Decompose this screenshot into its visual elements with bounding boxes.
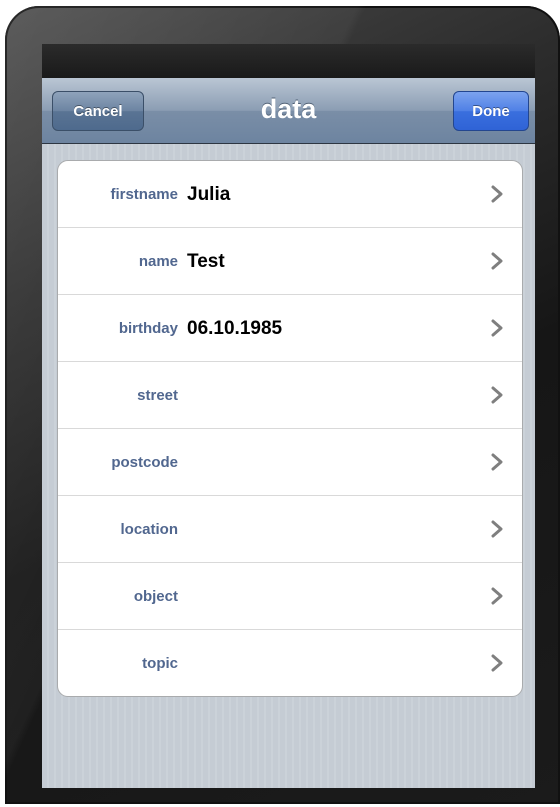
chevron-right-icon xyxy=(491,386,503,404)
field-label: street xyxy=(137,387,178,404)
navigation-bar: Cancel data Done xyxy=(42,78,535,144)
done-button[interactable]: Done xyxy=(453,91,529,131)
field-row-object[interactable]: object xyxy=(58,563,522,630)
chevron-right-icon xyxy=(491,319,503,337)
ipad-frame: Cancel data Done firstname Julia name Te… xyxy=(5,6,560,804)
chevron-right-icon xyxy=(491,453,503,471)
field-label: name xyxy=(138,253,178,270)
field-label: topic xyxy=(142,655,178,672)
chevron-right-icon xyxy=(491,587,503,605)
field-label: location xyxy=(120,521,178,538)
field-row-topic[interactable]: topic xyxy=(58,630,522,696)
field-label: birthday xyxy=(118,320,178,337)
field-row-name[interactable]: name Test xyxy=(58,228,522,295)
fields-table: firstname Julia name Test birthday 06.10… xyxy=(57,160,523,697)
status-bar xyxy=(42,44,535,78)
field-row-postcode[interactable]: postcode xyxy=(58,429,522,496)
form-content: firstname Julia name Test birthday 06.10… xyxy=(42,144,535,788)
field-label: object xyxy=(133,588,178,605)
field-row-street[interactable]: street xyxy=(58,362,522,429)
chevron-right-icon xyxy=(491,520,503,538)
chevron-right-icon xyxy=(491,252,503,270)
field-value: Julia xyxy=(187,184,231,205)
field-label: firstname xyxy=(110,186,178,203)
field-row-birthday[interactable]: birthday 06.10.1985 xyxy=(58,295,522,362)
screen: Cancel data Done firstname Julia name Te… xyxy=(42,44,535,788)
field-row-location[interactable]: location xyxy=(58,496,522,563)
field-label: postcode xyxy=(111,454,178,471)
field-row-firstname[interactable]: firstname Julia xyxy=(58,161,522,228)
chevron-right-icon xyxy=(491,185,503,203)
field-value: 06.10.1985 xyxy=(187,318,283,339)
chevron-right-icon xyxy=(491,654,503,672)
field-value: Test xyxy=(187,251,225,272)
